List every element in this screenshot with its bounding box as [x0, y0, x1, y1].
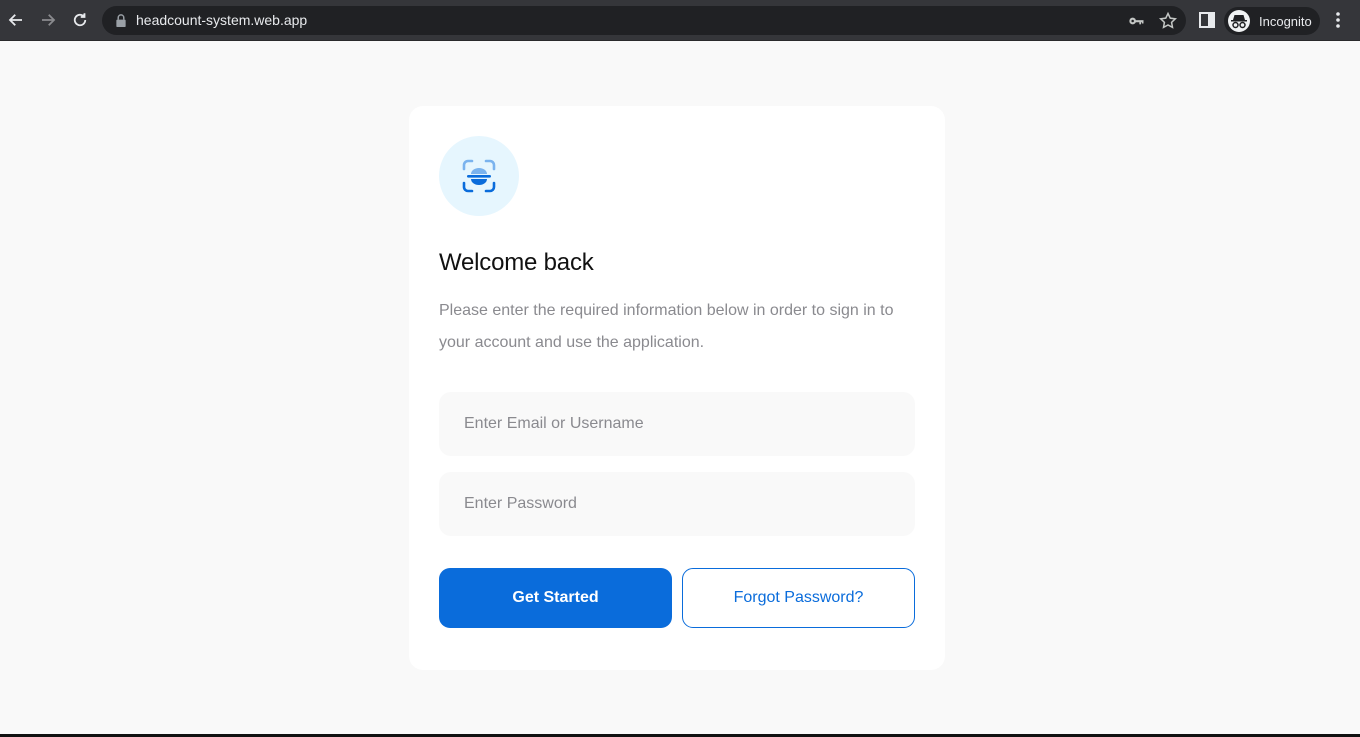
kebab-menu-icon[interactable] [1330, 10, 1346, 30]
url-text: headcount-system.web.app [136, 12, 308, 28]
lock-icon [116, 14, 126, 27]
page-subtitle: Please enter the required information be… [439, 302, 894, 351]
side-panel-icon[interactable] [1199, 12, 1215, 28]
reload-button[interactable] [64, 4, 96, 36]
key-icon[interactable] [1126, 11, 1146, 31]
page-title: Welcome back [439, 249, 594, 276]
app-logo [439, 136, 519, 216]
get-started-button[interactable]: Get Started [439, 568, 672, 628]
incognito-icon [1228, 10, 1250, 32]
incognito-label: Incognito [1259, 14, 1312, 29]
incognito-profile-button[interactable]: Incognito [1224, 7, 1320, 35]
reload-icon [73, 13, 87, 27]
address-bar[interactable]: headcount-system.web.app [102, 6, 1186, 35]
arrow-right-icon [42, 14, 56, 26]
star-icon[interactable] [1158, 11, 1178, 31]
browser-toolbar: headcount-system.web.app Incognito [0, 0, 1360, 41]
email-username-input[interactable] [439, 392, 915, 456]
forgot-password-button[interactable]: Forgot Password? [682, 568, 915, 628]
login-card: Welcome back Please enter the required i… [409, 106, 945, 670]
face-scan-icon [462, 159, 496, 193]
forward-button[interactable] [32, 4, 64, 36]
arrow-left-icon [8, 14, 22, 26]
back-button[interactable] [0, 4, 32, 36]
password-input[interactable] [439, 472, 915, 536]
